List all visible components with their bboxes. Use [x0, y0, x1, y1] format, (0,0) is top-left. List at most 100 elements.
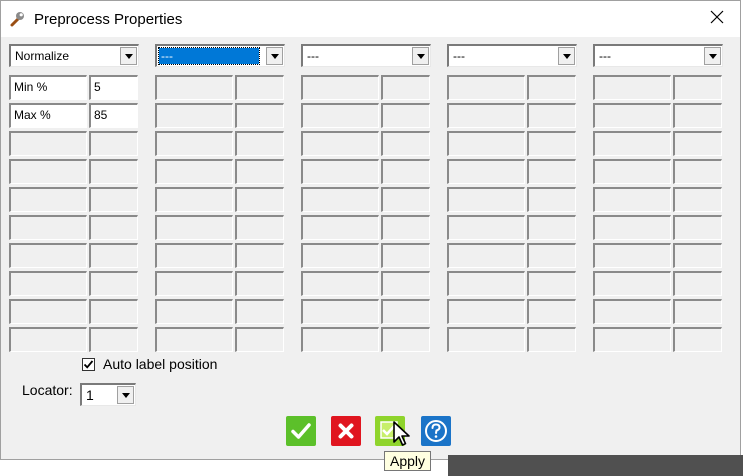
param-value-cell[interactable]: [673, 131, 722, 156]
param-value-cell[interactable]: [381, 187, 430, 212]
param-label-cell: [155, 299, 233, 324]
preprocess-select-1[interactable]: Normalize: [9, 44, 139, 67]
help-button[interactable]: [421, 416, 451, 446]
param-label-cell: [9, 187, 87, 212]
param-value-cell[interactable]: [235, 215, 284, 240]
param-value-cell[interactable]: [381, 215, 430, 240]
close-button[interactable]: [698, 4, 736, 34]
param-value-cell[interactable]: [235, 187, 284, 212]
ok-button[interactable]: [286, 416, 316, 446]
param-value-cell[interactable]: [527, 159, 576, 184]
param-value-cell[interactable]: 5: [89, 75, 138, 100]
param-value-cell[interactable]: [235, 75, 284, 100]
param-label-cell: [593, 327, 671, 352]
auto-label-text: Auto label position: [103, 356, 218, 372]
preprocess-select-value: ---: [453, 49, 465, 63]
title-bar: Preprocess Properties: [1, 1, 740, 37]
param-value-cell[interactable]: [527, 131, 576, 156]
chevron-down-icon[interactable]: [412, 47, 429, 65]
param-label-cell: [447, 187, 525, 212]
window-title: Preprocess Properties: [34, 11, 183, 28]
background-dark-window: [448, 455, 743, 476]
chevron-down-icon[interactable]: [117, 386, 134, 404]
param-value-cell[interactable]: [89, 131, 138, 156]
param-value-cell[interactable]: [673, 327, 722, 352]
param-label-cell: [447, 215, 525, 240]
param-value-cell[interactable]: [235, 103, 284, 128]
param-value-cell[interactable]: [89, 215, 138, 240]
param-label-cell: [593, 103, 671, 128]
param-label-cell: [593, 131, 671, 156]
chevron-down-icon[interactable]: [266, 47, 283, 65]
param-value-cell[interactable]: [235, 159, 284, 184]
param-value-cell[interactable]: [527, 103, 576, 128]
locator-select[interactable]: 1: [80, 383, 136, 406]
param-value-cell[interactable]: [235, 327, 284, 352]
auto-label-option[interactable]: Auto label position: [82, 356, 217, 372]
param-value-cell[interactable]: [527, 187, 576, 212]
param-value-cell[interactable]: [381, 159, 430, 184]
param-value-cell[interactable]: 85: [89, 103, 138, 128]
param-value-cell[interactable]: [381, 75, 430, 100]
param-label-cell: [447, 327, 525, 352]
param-value-cell[interactable]: [235, 243, 284, 268]
chevron-down-icon[interactable]: [120, 47, 137, 65]
param-value-cell[interactable]: [89, 327, 138, 352]
preprocess-select-3[interactable]: ---: [301, 44, 431, 67]
cancel-button[interactable]: [331, 416, 361, 446]
param-value-cell[interactable]: [527, 215, 576, 240]
param-value-cell[interactable]: [673, 75, 722, 100]
param-label-cell: [301, 327, 379, 352]
param-value-cell[interactable]: [673, 159, 722, 184]
param-label-cell: [155, 131, 233, 156]
preprocess-select-2[interactable]: ---: [155, 44, 285, 67]
param-label-cell: [447, 103, 525, 128]
param-value-cell[interactable]: [527, 271, 576, 296]
param-label-cell: [447, 271, 525, 296]
param-value-cell[interactable]: [235, 271, 284, 296]
param-label-cell: [593, 159, 671, 184]
auto-label-checkbox[interactable]: [82, 357, 95, 371]
param-label-cell: [301, 215, 379, 240]
param-value-cell[interactable]: [527, 299, 576, 324]
param-label-cell: [447, 159, 525, 184]
param-label-cell: [155, 215, 233, 240]
param-value-cell[interactable]: [673, 243, 722, 268]
param-value-cell[interactable]: [381, 103, 430, 128]
param-value-cell[interactable]: [235, 131, 284, 156]
param-label-cell: [155, 271, 233, 296]
param-value-cell[interactable]: [235, 299, 284, 324]
param-value-cell[interactable]: [527, 75, 576, 100]
param-value-cell[interactable]: [89, 243, 138, 268]
param-label-cell: [301, 131, 379, 156]
param-value-cell[interactable]: [381, 327, 430, 352]
x-icon: [331, 416, 361, 446]
param-value-cell[interactable]: [89, 271, 138, 296]
close-icon: [710, 10, 724, 29]
param-label-cell: [301, 243, 379, 268]
preprocess-select-4[interactable]: ---: [447, 44, 577, 67]
param-label-cell: [155, 75, 233, 100]
param-value-cell[interactable]: [89, 159, 138, 184]
param-value-cell[interactable]: [381, 299, 430, 324]
param-label-cell: [301, 159, 379, 184]
param-value-cell[interactable]: [673, 187, 722, 212]
param-value-cell[interactable]: [381, 131, 430, 156]
locator-label: Locator:: [22, 382, 73, 398]
param-label-cell: [155, 103, 233, 128]
param-label-cell: [9, 299, 87, 324]
param-value-cell[interactable]: [673, 215, 722, 240]
param-value-cell[interactable]: [527, 327, 576, 352]
param-value-cell[interactable]: [89, 187, 138, 212]
param-value-cell[interactable]: [673, 271, 722, 296]
preprocess-select-5[interactable]: ---: [593, 44, 723, 67]
param-value-cell[interactable]: [527, 243, 576, 268]
chevron-down-icon[interactable]: [704, 47, 721, 65]
param-label-cell: [301, 103, 379, 128]
param-value-cell[interactable]: [381, 271, 430, 296]
chevron-down-icon[interactable]: [558, 47, 575, 65]
param-value-cell[interactable]: [381, 243, 430, 268]
param-value-cell[interactable]: [673, 299, 722, 324]
param-value-cell[interactable]: [673, 103, 722, 128]
param-value-cell[interactable]: [89, 299, 138, 324]
